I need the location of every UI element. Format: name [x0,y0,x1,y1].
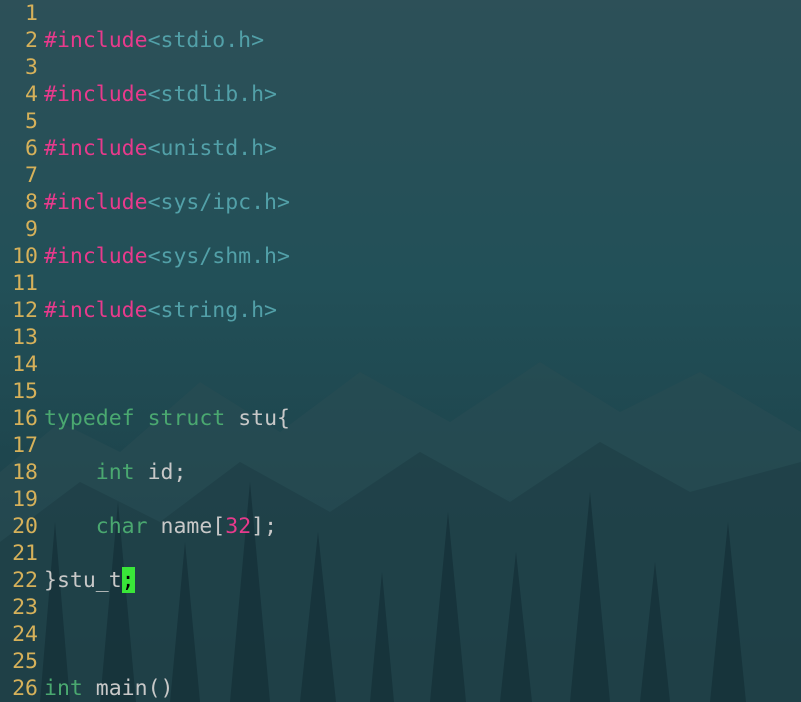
line-number: 14 [0,351,44,378]
indent [44,514,96,539]
code-line[interactable]: #include<unistd.h> [44,135,801,162]
code-line[interactable] [44,621,801,648]
line-number: 20 [0,513,44,540]
header-token: <stdio.h> [148,28,265,53]
line-number: 7 [0,162,44,189]
line-number: 10 [0,243,44,270]
code-line[interactable]: int id; [44,459,801,486]
line-number-gutter: 1 2 3 4 5 6 7 8 9 10 11 12 13 14 15 16 1… [0,0,44,702]
code-line[interactable]: typedef struct stu{ [44,405,801,432]
line-number: 22 [0,567,44,594]
preprocessor-token: #include [44,244,148,269]
line-number: 6 [0,135,44,162]
identifier-token: stu [238,406,277,431]
line-number: 2 [0,27,44,54]
preprocessor-token: #include [44,190,148,215]
preprocessor-token: #include [44,82,148,107]
keyword-token: int [96,460,135,485]
preprocessor-token: #include [44,28,148,53]
line-number: 3 [0,54,44,81]
identifier-token: main [96,676,148,701]
line-number: 23 [0,594,44,621]
code-line[interactable]: char name[32]; [44,513,801,540]
code-line[interactable] [44,351,801,378]
header-token: <stdlib.h> [148,82,277,107]
punct-token: ] [251,514,264,539]
number-token: 32 [225,514,251,539]
line-number: 1 [0,0,44,27]
code-line[interactable]: }stu_t; [44,567,801,594]
line-number: 17 [0,432,44,459]
preprocessor-token: #include [44,298,148,323]
line-number: 21 [0,540,44,567]
line-number: 9 [0,216,44,243]
identifier-token: id [148,460,174,485]
line-number: 15 [0,378,44,405]
line-number: 13 [0,324,44,351]
identifier-token: name [161,514,213,539]
identifier-token: }stu_t [44,568,122,593]
line-number: 4 [0,81,44,108]
header-token: <sys/ipc.h> [148,190,290,215]
punct-token: [ [212,514,225,539]
keyword-token: typedef [44,406,135,431]
keyword-token: struct [148,406,226,431]
line-number: 8 [0,189,44,216]
code-line[interactable]: #include<sys/ipc.h> [44,189,801,216]
code-line[interactable]: int main() [44,675,801,702]
punct-token: () [148,676,174,701]
code-line[interactable]: #include<sys/shm.h> [44,243,801,270]
header-token: <unistd.h> [148,136,277,161]
punct-token: ; [264,514,277,539]
indent [44,460,96,485]
keyword-token: int [44,676,83,701]
code-line[interactable]: #include<stdio.h> [44,27,801,54]
code-line[interactable]: #include<stdlib.h> [44,81,801,108]
brace-token: { [277,406,290,431]
line-number: 5 [0,108,44,135]
line-number: 12 [0,297,44,324]
code-line[interactable]: #include<string.h> [44,297,801,324]
line-number: 25 [0,648,44,675]
line-number: 26 [0,675,44,702]
line-number: 18 [0,459,44,486]
keyword-token: char [96,514,148,539]
code-editor[interactable]: 1 2 3 4 5 6 7 8 9 10 11 12 13 14 15 16 1… [0,0,801,702]
text-cursor: ; [122,567,135,593]
line-number: 19 [0,486,44,513]
preprocessor-token: #include [44,136,148,161]
header-token: <string.h> [148,298,277,323]
code-area[interactable]: #include<stdio.h> #include<stdlib.h> #in… [44,0,801,702]
line-number: 11 [0,270,44,297]
header-token: <sys/shm.h> [148,244,290,269]
line-number: 16 [0,405,44,432]
line-number: 24 [0,621,44,648]
punct-token: ; [173,460,186,485]
